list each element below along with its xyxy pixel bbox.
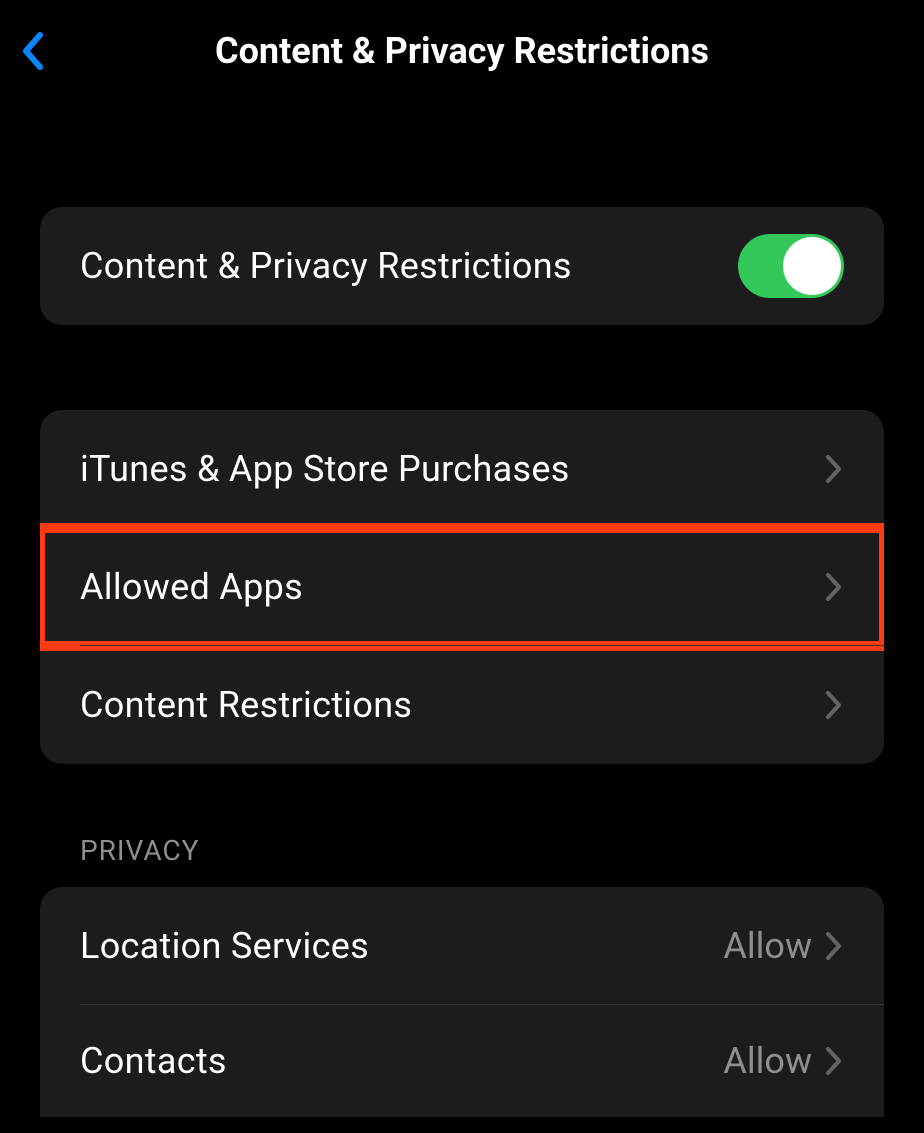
- chevron-right-icon: [824, 931, 844, 961]
- content-privacy-toggle-row: Content & Privacy Restrictions: [40, 207, 884, 325]
- toggle-knob: [783, 237, 841, 295]
- page-title: Content & Privacy Restrictions: [20, 30, 904, 72]
- restrictions-group: iTunes & App Store Purchases Allowed App…: [40, 410, 884, 764]
- chevron-right-icon: [824, 572, 844, 602]
- back-button[interactable]: [20, 31, 44, 71]
- chevron-right-icon: [824, 690, 844, 720]
- contacts-row[interactable]: Contacts Allow: [40, 1005, 884, 1117]
- chevron-right-icon: [824, 454, 844, 484]
- chevron-right-icon: [824, 1046, 844, 1076]
- location-services-row[interactable]: Location Services Allow: [40, 887, 884, 1005]
- row-label: Location Services: [80, 925, 369, 967]
- row-label: Content Restrictions: [80, 684, 412, 726]
- content-restrictions-row[interactable]: Content Restrictions: [40, 646, 884, 764]
- nav-header: Content & Privacy Restrictions: [0, 0, 924, 92]
- row-value: Allow: [723, 925, 812, 967]
- chevron-left-icon: [20, 31, 44, 71]
- privacy-group: Location Services Allow Contacts Allow: [40, 887, 884, 1117]
- allowed-apps-row[interactable]: Allowed Apps: [40, 528, 884, 646]
- row-value: Allow: [723, 1040, 812, 1082]
- content-privacy-toggle[interactable]: [738, 234, 844, 298]
- row-label: iTunes & App Store Purchases: [80, 448, 570, 490]
- row-label: Contacts: [80, 1040, 227, 1082]
- row-label: Allowed Apps: [80, 566, 303, 608]
- itunes-app-store-row[interactable]: iTunes & App Store Purchases: [40, 410, 884, 528]
- toggle-group: Content & Privacy Restrictions: [40, 207, 884, 325]
- toggle-label: Content & Privacy Restrictions: [80, 245, 572, 287]
- privacy-section-header: PRIVACY: [40, 834, 884, 887]
